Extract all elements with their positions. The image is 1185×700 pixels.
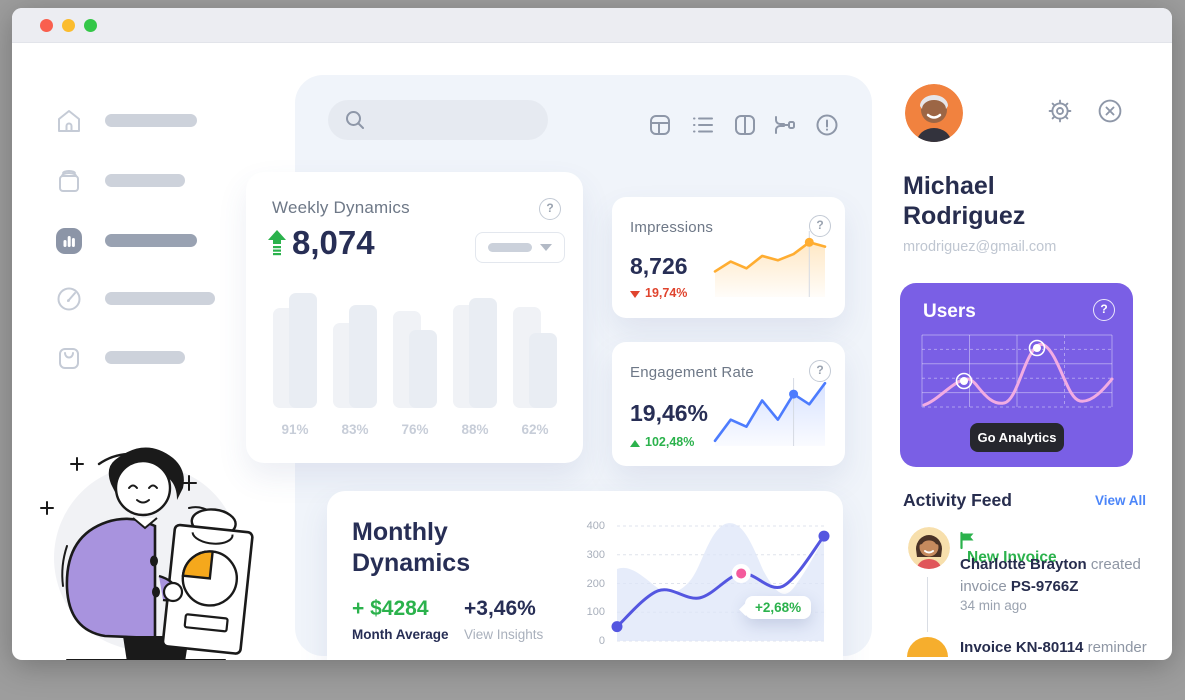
close-window-button[interactable] bbox=[40, 19, 53, 32]
shopping-bag-icon bbox=[55, 344, 83, 372]
bar-label: 91% bbox=[273, 422, 317, 437]
impressions-card: Impressions ? 8,726 19,74% bbox=[612, 197, 845, 318]
search-icon bbox=[344, 109, 366, 131]
sidebar-item-performance[interactable] bbox=[55, 285, 255, 313]
grid-layout-icon[interactable] bbox=[648, 113, 672, 137]
weekly-dynamics-card: Weekly Dynamics ? 8,074 91% 83% 76% 88% … bbox=[246, 172, 583, 463]
monthly-chart-svg bbox=[617, 526, 824, 641]
go-analytics-button[interactable]: Go Analytics bbox=[970, 423, 1064, 452]
bar bbox=[409, 330, 437, 408]
sidebar-item-archive[interactable] bbox=[55, 167, 255, 195]
monthly-area-fill bbox=[617, 523, 824, 641]
engagement-value: 19,46% bbox=[630, 400, 708, 427]
zoom-window-button[interactable] bbox=[84, 19, 97, 32]
help-icon[interactable]: ? bbox=[1093, 299, 1115, 321]
period-dropdown[interactable] bbox=[475, 232, 565, 263]
flag-icon bbox=[960, 532, 1057, 549]
user-avatar[interactable] bbox=[905, 84, 963, 142]
trend-up-icon bbox=[630, 440, 640, 447]
feed-item-text[interactable]: Charlotte Brayton created invoice PS-976… bbox=[960, 554, 1152, 598]
sidebar-item-analytics[interactable] bbox=[55, 227, 255, 255]
bar-group bbox=[273, 293, 317, 408]
bar bbox=[529, 333, 557, 408]
monthly-amount-label: Month Average bbox=[352, 627, 449, 642]
monthly-amount: + $4284 bbox=[352, 597, 429, 621]
weekly-value: 8,074 bbox=[292, 224, 375, 262]
settings-gear-icon[interactable] bbox=[1047, 98, 1073, 124]
feed-avatar-partial[interactable] bbox=[907, 637, 948, 657]
titlebar bbox=[12, 8, 1172, 43]
trend-down-icon bbox=[630, 291, 640, 298]
trend-up-arrow-icon bbox=[268, 230, 286, 256]
minimize-window-button[interactable] bbox=[62, 19, 75, 32]
view-insights-link[interactable]: View Insights bbox=[464, 627, 543, 642]
activity-feed-title: Activity Feed bbox=[903, 490, 1012, 511]
card-title: Users bbox=[923, 301, 976, 323]
engagement-change: 102,48% bbox=[630, 434, 694, 452]
user-name: Michael Rodriguez bbox=[903, 171, 1025, 231]
home-icon bbox=[55, 107, 83, 135]
close-circle-icon[interactable] bbox=[1097, 98, 1123, 124]
search-input[interactable] bbox=[374, 100, 538, 142]
flow-icon[interactable] bbox=[773, 113, 797, 137]
bar-chart-icon bbox=[55, 227, 83, 255]
sidebar-item-home[interactable] bbox=[55, 107, 255, 135]
illustration-person-with-chart bbox=[37, 426, 257, 660]
card-title: Weekly Dynamics bbox=[272, 198, 410, 218]
monthly-chart: Jul Aug Sep Oct Nov Dec +2,68% bbox=[617, 526, 824, 641]
card-title: Impressions bbox=[630, 219, 713, 236]
monthly-percent: +3,46% bbox=[464, 597, 536, 621]
sidebar-item-orders[interactable] bbox=[55, 344, 255, 372]
gauge-icon bbox=[55, 285, 83, 313]
chart-tooltip: +2,68% bbox=[745, 596, 811, 619]
bar-group bbox=[393, 293, 437, 408]
feed-item-text[interactable]: Invoice KN-80114 reminder bbox=[960, 637, 1160, 659]
card-title: Monthly Dynamics bbox=[352, 517, 470, 579]
bar-label: 83% bbox=[333, 422, 377, 437]
archive-box-icon bbox=[55, 167, 83, 195]
impressions-mini-chart bbox=[713, 231, 827, 297]
users-wave-chart bbox=[922, 335, 1112, 407]
alert-circle-icon[interactable] bbox=[815, 113, 839, 137]
feed-connector-line bbox=[927, 577, 928, 632]
search-box[interactable] bbox=[328, 100, 548, 140]
engagement-mini-chart bbox=[713, 378, 827, 446]
impressions-value: 8,726 bbox=[630, 253, 688, 280]
feed-avatar[interactable] bbox=[908, 527, 950, 569]
engagement-card: Engagement Rate ? 19,46% 102,48% bbox=[612, 342, 845, 466]
users-wave-line bbox=[924, 344, 1112, 405]
bar-group bbox=[513, 293, 557, 408]
bar-group bbox=[453, 293, 497, 408]
bar bbox=[289, 293, 317, 408]
bar-label: 88% bbox=[453, 422, 497, 437]
help-icon[interactable]: ? bbox=[539, 198, 561, 220]
columns-icon[interactable] bbox=[733, 113, 757, 137]
app-window: Weekly Dynamics ? 8,074 91% 83% 76% 88% … bbox=[12, 8, 1172, 660]
bar bbox=[469, 298, 497, 408]
view-all-link[interactable]: View All bbox=[1095, 493, 1146, 508]
weekly-bar-chart bbox=[273, 293, 557, 408]
bar-group bbox=[333, 293, 377, 408]
users-card: Users ? Go Analytics bbox=[900, 283, 1133, 467]
bar-label: 76% bbox=[393, 422, 437, 437]
chevron-down-icon bbox=[540, 244, 552, 251]
monthly-y-axis: 400 300 200 100 0 bbox=[575, 491, 605, 660]
impressions-change: 19,74% bbox=[630, 285, 687, 303]
feed-item-time: 34 min ago bbox=[960, 598, 1027, 613]
bar-label: 62% bbox=[513, 422, 557, 437]
monthly-dynamics-card: Monthly Dynamics + $4284 Month Average +… bbox=[327, 491, 843, 660]
user-email: mrodriguez@gmail.com bbox=[903, 239, 1056, 255]
bar bbox=[349, 305, 377, 409]
list-icon[interactable] bbox=[691, 113, 715, 137]
